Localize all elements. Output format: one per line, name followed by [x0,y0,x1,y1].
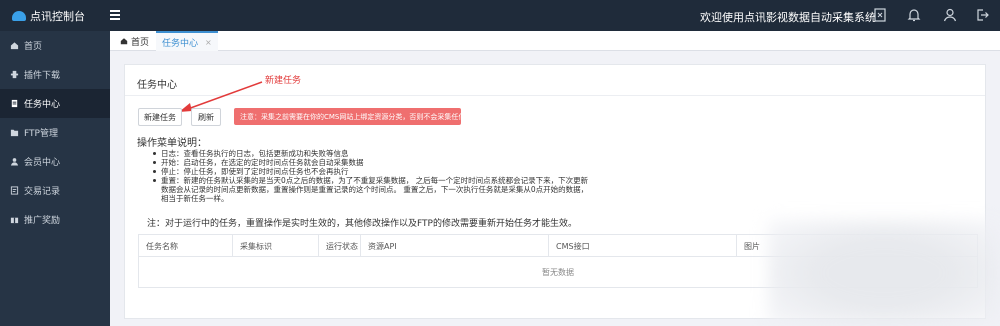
reward-icon [10,215,19,224]
logout-icon[interactable] [974,7,990,23]
tab-label: 任务中心 [162,38,199,49]
refresh-button[interactable]: 刷新 [191,108,221,126]
plugin-icon [10,70,19,79]
ftp-icon [10,128,19,137]
help-note: 注：对于运行中的任务，重置操作是实时生效的，其他修改操作以及FTP的修改需要重新… [147,219,577,229]
column-header[interactable]: 采集标识 [233,235,319,257]
menu-toggle-icon[interactable] [110,10,120,20]
new-task-button[interactable]: 新建任务 [138,108,182,126]
fullscreen-icon[interactable] [872,7,888,23]
brand-logo[interactable]: 点讯控制台 [0,0,110,31]
top-bar: 点讯控制台 欢迎使用点讯影视数据自动采集系统 [0,0,1000,31]
sidebar-item-label: 插件下载 [24,71,61,81]
sidebar-item-label: FTP管理 [24,129,58,139]
tab-task-center[interactable]: 任务中心 × [156,31,218,51]
member-icon [10,157,19,166]
close-icon[interactable]: × [205,38,212,47]
sidebar-item-label: 会员中心 [24,158,61,168]
tab-home[interactable]: 首页 [114,31,155,51]
column-header[interactable]: CMS接口 [549,235,737,257]
list-item: 日志：查看任务执行的日志，包括更新成功和失败等信息 [153,149,593,158]
blurred-region [768,220,1000,326]
list-item: 停止：停止任务，即使到了定时时间点任务也不会再执行 [153,167,593,176]
home-icon [10,41,19,50]
tab-label: 首页 [131,37,150,48]
column-header[interactable]: 运行状态 [319,235,361,257]
sidebar: 首页 插件下载 任务中心 FTP管理 会员中心 交易记录 推广奖励 [0,31,110,326]
column-header[interactable]: 资源API [361,235,549,257]
bell-icon[interactable] [906,7,922,23]
list-item: 重置：新建的任务默认采集的是当天0点之后的数据，为了不重复采集数据， 之后每一个… [153,176,593,203]
warning-notice: 注意：采集之前需要在你的CMS网站上绑定资源分类，否则不会采集任何数据 [234,108,479,125]
sidebar-item-label: 推广奖励 [24,216,61,226]
user-icon[interactable] [942,7,958,23]
sidebar-item-member[interactable]: 会员中心 [0,147,110,176]
sidebar-item-plugin-download[interactable]: 插件下载 [0,60,110,89]
column-header[interactable]: 任务名称 [139,235,233,257]
tab-bar: 首页 任务中心 × [110,31,1000,51]
sidebar-item-rewards[interactable]: 推广奖励 [0,205,110,234]
sidebar-item-label: 首页 [24,42,43,52]
sidebar-item-transactions[interactable]: 交易记录 [0,176,110,205]
help-title: 操作菜单说明： [137,138,207,149]
sidebar-item-ftp[interactable]: FTP管理 [0,118,110,147]
sidebar-item-home[interactable]: 首页 [0,31,110,60]
sidebar-item-task-center[interactable]: 任务中心 [0,89,110,118]
sidebar-item-label: 交易记录 [24,187,61,197]
transaction-icon [10,186,19,195]
task-icon [10,99,19,108]
list-item: 开始：启动任务，在选定的定时时间点任务就会自动采集数据 [153,158,593,167]
welcome-text: 欢迎使用点讯影视数据自动采集系统 [700,11,876,24]
home-icon [120,38,128,45]
sidebar-item-label: 任务中心 [24,100,61,110]
cloud-logo-icon [12,10,26,21]
help-list: 日志：查看任务执行的日志，包括更新成功和失败等信息 开始：启动任务，在选定的定时… [153,149,593,203]
brand-name: 点讯控制台 [30,9,85,23]
